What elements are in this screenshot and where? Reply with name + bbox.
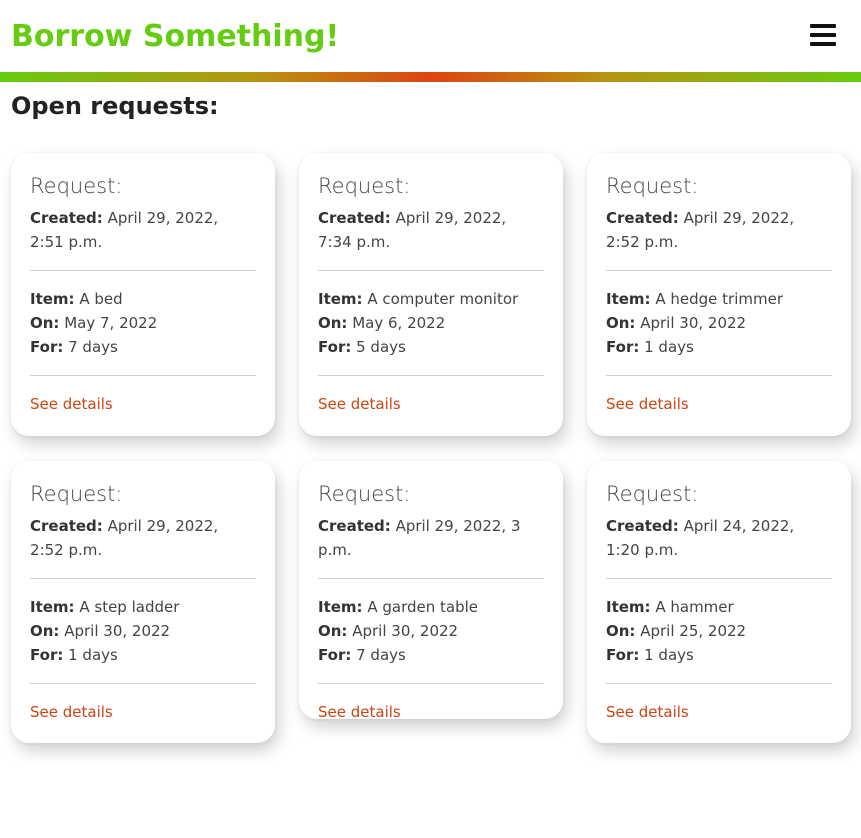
- item-value: A bed: [79, 290, 123, 308]
- card-title: Request:: [318, 482, 411, 506]
- brand-logo-text[interactable]: Borrow Something!: [11, 19, 339, 54]
- request-card: Request: Created: April 29, 2022, 2:51 p…: [11, 153, 275, 436]
- request-info: Item: A hammer On: April 25, 2022 For: 1…: [606, 579, 832, 667]
- for-value: 1 days: [644, 646, 694, 664]
- created-label: Created:: [30, 517, 103, 535]
- created-meta: Created: April 29, 2022, 2:52 p.m.: [606, 206, 832, 254]
- card-title: Request:: [30, 174, 123, 198]
- item-value: A computer monitor: [367, 290, 519, 308]
- created-label: Created:: [318, 517, 391, 535]
- on-line: On: April 30, 2022: [318, 619, 544, 643]
- on-value: May 6, 2022: [352, 314, 446, 332]
- request-info: Item: A step ladder On: April 30, 2022 F…: [30, 579, 256, 667]
- item-label: Item:: [606, 598, 651, 616]
- on-line: On: April 30, 2022: [30, 619, 256, 643]
- item-line: Item: A step ladder: [30, 595, 256, 619]
- menu-bar: [810, 24, 836, 28]
- hamburger-menu-icon[interactable]: [810, 24, 836, 46]
- page-title: Open requests:: [11, 92, 219, 120]
- see-details-link[interactable]: See details: [318, 684, 544, 724]
- card-title: Request:: [30, 482, 123, 506]
- on-value: April 25, 2022: [640, 622, 747, 640]
- card-title: Request:: [606, 482, 699, 506]
- for-line: For: 1 days: [606, 335, 832, 359]
- request-card: Request: Created: April 29, 2022, 2:52 p…: [11, 461, 275, 743]
- for-label: For:: [318, 646, 352, 664]
- item-value: A hammer: [655, 598, 734, 616]
- on-label: On:: [606, 622, 636, 640]
- for-line: For: 7 days: [318, 643, 544, 667]
- item-line: Item: A bed: [30, 287, 256, 311]
- created-label: Created:: [606, 517, 679, 535]
- for-line: For: 1 days: [606, 643, 832, 667]
- request-info: Item: A hedge trimmer On: April 30, 2022…: [606, 271, 832, 359]
- on-label: On:: [318, 622, 348, 640]
- on-line: On: April 25, 2022: [606, 619, 832, 643]
- on-value: April 30, 2022: [64, 622, 171, 640]
- see-details-link[interactable]: See details: [30, 376, 256, 416]
- request-info: Item: A bed On: May 7, 2022 For: 7 days: [30, 271, 256, 359]
- request-card: Request: Created: April 29, 2022, 7:34 p…: [299, 153, 563, 436]
- item-label: Item:: [318, 598, 363, 616]
- created-meta: Created: April 29, 2022, 2:51 p.m.: [30, 206, 256, 254]
- for-label: For:: [606, 338, 640, 356]
- request-card: Request: Created: April 24, 2022, 1:20 p…: [587, 461, 851, 743]
- for-value: 5 days: [356, 338, 406, 356]
- on-value: April 30, 2022: [640, 314, 747, 332]
- created-label: Created:: [318, 209, 391, 227]
- created-label: Created:: [30, 209, 103, 227]
- for-label: For:: [30, 338, 64, 356]
- for-line: For: 5 days: [318, 335, 544, 359]
- created-meta: Created: April 29, 2022, 7:34 p.m.: [318, 206, 544, 254]
- menu-bar: [810, 33, 836, 37]
- item-line: Item: A hedge trimmer: [606, 287, 832, 311]
- item-line: Item: A hammer: [606, 595, 832, 619]
- item-line: Item: A garden table: [318, 595, 544, 619]
- for-line: For: 7 days: [30, 335, 256, 359]
- for-value: 1 days: [644, 338, 694, 356]
- request-card: Request: Created: April 29, 2022, 2:52 p…: [587, 153, 851, 436]
- item-value: A step ladder: [79, 598, 180, 616]
- on-label: On:: [606, 314, 636, 332]
- header: Borrow Something!: [0, 0, 861, 72]
- for-line: For: 1 days: [30, 643, 256, 667]
- on-line: On: May 6, 2022: [318, 311, 544, 335]
- see-details-link[interactable]: See details: [606, 684, 832, 724]
- request-info: Item: A garden table On: April 30, 2022 …: [318, 579, 544, 667]
- request-info: Item: A computer monitor On: May 6, 2022…: [318, 271, 544, 359]
- for-value: 7 days: [68, 338, 118, 356]
- on-label: On:: [318, 314, 348, 332]
- see-details-link[interactable]: See details: [318, 376, 544, 416]
- for-value: 1 days: [68, 646, 118, 664]
- item-label: Item:: [30, 290, 75, 308]
- see-details-link[interactable]: See details: [606, 376, 832, 416]
- on-line: On: April 30, 2022: [606, 311, 832, 335]
- item-value: A garden table: [367, 598, 479, 616]
- menu-bar: [810, 42, 836, 46]
- on-label: On:: [30, 622, 60, 640]
- see-details-link[interactable]: See details: [30, 684, 256, 724]
- on-value: May 7, 2022: [64, 314, 158, 332]
- card-title: Request:: [606, 174, 699, 198]
- card-title: Request:: [318, 174, 411, 198]
- for-label: For:: [606, 646, 640, 664]
- header-gradient-bar: [0, 72, 861, 82]
- item-label: Item:: [606, 290, 651, 308]
- item-label: Item:: [318, 290, 363, 308]
- request-card: Request: Created: April 29, 2022, 3 p.m.…: [299, 461, 563, 721]
- created-meta: Created: April 24, 2022, 1:20 p.m.: [606, 514, 832, 562]
- on-line: On: May 7, 2022: [30, 311, 256, 335]
- for-label: For:: [30, 646, 64, 664]
- item-value: A hedge trimmer: [655, 290, 783, 308]
- on-value: April 30, 2022: [352, 622, 459, 640]
- item-line: Item: A computer monitor: [318, 287, 544, 311]
- created-meta: Created: April 29, 2022, 3 p.m.: [318, 514, 544, 562]
- created-meta: Created: April 29, 2022, 2:52 p.m.: [30, 514, 256, 562]
- on-label: On:: [30, 314, 60, 332]
- for-value: 7 days: [356, 646, 406, 664]
- item-label: Item:: [30, 598, 75, 616]
- created-label: Created:: [606, 209, 679, 227]
- for-label: For:: [318, 338, 352, 356]
